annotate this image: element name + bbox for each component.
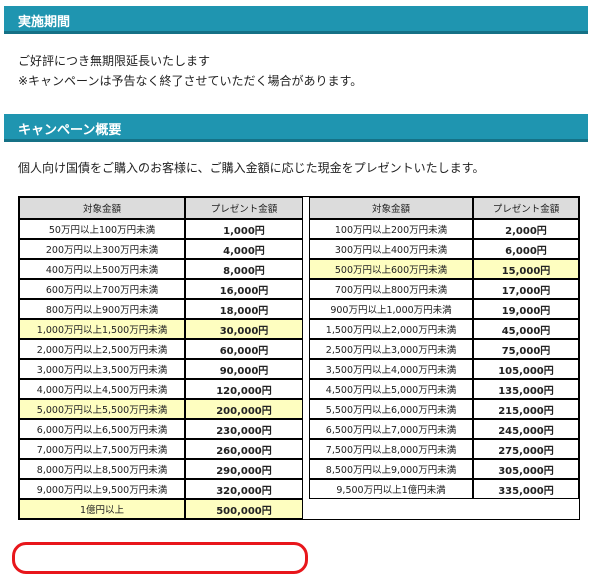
target-amount-cell: 5,000万円以上5,500万円未満 [19,399,185,419]
red-circle-annotation [12,542,308,574]
target-amount-cell: 100万円以上200万円未満 [309,219,473,239]
section-bar-period: 実施期間 [4,6,588,34]
target-amount-cell: 300万円以上400万円未満 [309,239,473,259]
target-amount-cell: 8,500万円以上9,000万円未満 [309,459,473,479]
target-amount-cell: 5,500万円以上6,000万円未満 [309,399,473,419]
present-amount-cell: 4,000円 [185,239,303,259]
overview-description: 個人向け国債をご購入のお客様に、ご購入金額に応じた現金をプレゼントいたします。 [18,161,485,175]
present-amount-cell: 275,000円 [473,439,579,459]
present-amount-cell: 2,000円 [473,219,579,239]
header-target-amount: 対象金額 [19,197,185,219]
section-heading-period: 実施期間 [18,15,71,30]
table-row: 1,000万円以上1,500万円未満 30,000円 1,500万円以上2,000万… [19,319,579,339]
campaign-table: 対象金額 プレゼント金額 対象金額 プレゼント金額 50万円以上100万円未満 1… [18,196,580,520]
target-amount-cell: 600万円以上700万円未満 [19,279,185,299]
target-amount-cell: 6,000万円以上6,500万円未満 [19,419,185,439]
table-row: 400万円以上500万円未満 8,000円 500万円以上600万円未満 15,000… [19,259,579,279]
present-amount-cell: 260,000円 [185,439,303,459]
target-amount-cell: 2,000万円以上2,500万円未満 [19,339,185,359]
table-row: 50万円以上100万円未満 1,000円 100万円以上200万円未満 2,000円 [19,219,579,239]
present-amount-cell: 18,000円 [185,299,303,319]
table-header-row: 対象金額 プレゼント金額 対象金額 プレゼント金額 [19,197,579,219]
present-amount-cell: 16,000円 [185,279,303,299]
table-row: 5,000万円以上5,500万円未満 200,000円 5,500万円以上6,000… [19,399,579,419]
present-amount-cell: 60,000円 [185,339,303,359]
target-amount-cell: 900万円以上1,000万円未満 [309,299,473,319]
target-amount-cell: 9,500万円以上1億円未満 [309,479,473,499]
target-amount-cell: 6,500万円以上7,000万円未満 [309,419,473,439]
target-amount-cell: 9,000万円以上9,500万円未満 [19,479,185,499]
period-line-1: ご好評につき無期限延長いたします [18,54,211,68]
present-amount-cell: 19,000円 [473,299,579,319]
period-line-2: ※キャンペーンは予告なく終了させていただく場合があります。 [18,74,363,88]
section-bar-overview: キャンペーン概要 [4,114,588,142]
section-heading-overview: キャンペーン概要 [18,123,122,138]
target-amount-cell: 50万円以上100万円未満 [19,219,185,239]
present-amount-cell: 90,000円 [185,359,303,379]
target-amount-cell: 400万円以上500万円未満 [19,259,185,279]
target-amount-cell: 4,000万円以上4,500万円未満 [19,379,185,399]
target-amount-cell: 4,500万円以上5,000万円未満 [309,379,473,399]
present-amount-cell: 245,000円 [473,419,579,439]
target-amount-cell: 700万円以上800万円未満 [309,279,473,299]
present-amount-cell: 30,000円 [185,319,303,339]
table-row: 800万円以上900万円未満 18,000円 900万円以上1,000万円未満 19,… [19,299,579,319]
present-amount-cell: 320,000円 [185,479,303,499]
table-row: 3,000万円以上3,500万円未満 90,000円 3,500万円以上4,000万… [19,359,579,379]
table-row: 8,000万円以上8,500万円未満 290,000円 8,500万円以上9,000… [19,459,579,479]
present-amount-cell: 15,000円 [473,259,579,279]
target-amount-cell: 7,000万円以上7,500万円未満 [19,439,185,459]
present-amount-cell: 1,000円 [185,219,303,239]
table-row: 4,000万円以上4,500万円未満 120,000円 4,500万円以上5,000… [19,379,579,399]
present-amount-cell: 45,000円 [473,319,579,339]
table-row: 7,000万円以上7,500万円未満 260,000円 7,500万円以上8,000… [19,439,579,459]
present-amount-cell: 105,000円 [473,359,579,379]
header-present-amount: プレゼント金額 [473,197,579,219]
target-amount-cell: 1億円以上 [19,499,185,519]
table-row: 6,000万円以上6,500万円未満 230,000円 6,500万円以上7,000… [19,419,579,439]
target-amount-cell: 2,500万円以上3,000万円未満 [309,339,473,359]
target-amount-cell: 8,000万円以上8,500万円未満 [19,459,185,479]
table-row: 9,000万円以上9,500万円未満 320,000円 9,500万円以上1億円未満… [19,479,579,499]
table-row: 1億円以上 500,000円 [19,499,579,519]
header-present-amount: プレゼント金額 [185,197,303,219]
empty-cell [473,499,579,519]
table-row: 200万円以上300万円未満 4,000円 300万円以上400万円未満 6,000円 [19,239,579,259]
present-amount-cell: 75,000円 [473,339,579,359]
target-amount-cell: 3,000万円以上3,500万円未満 [19,359,185,379]
header-target-amount: 対象金額 [309,197,473,219]
table-row: 600万円以上700万円未満 16,000円 700万円以上800万円未満 17,00… [19,279,579,299]
present-amount-cell: 120,000円 [185,379,303,399]
target-amount-cell: 200万円以上300万円未満 [19,239,185,259]
present-amount-cell: 200,000円 [185,399,303,419]
empty-cell [309,499,473,519]
target-amount-cell: 1,000万円以上1,500万円未満 [19,319,185,339]
target-amount-cell: 7,500万円以上8,000万円未満 [309,439,473,459]
present-amount-cell: 6,000円 [473,239,579,259]
present-amount-cell: 230,000円 [185,419,303,439]
target-amount-cell: 3,500万円以上4,000万円未満 [309,359,473,379]
target-amount-cell: 800万円以上900万円未満 [19,299,185,319]
target-amount-cell: 1,500万円以上2,000万円未満 [309,319,473,339]
present-amount-cell: 135,000円 [473,379,579,399]
present-amount-cell: 215,000円 [473,399,579,419]
present-amount-cell: 8,000円 [185,259,303,279]
present-amount-cell: 335,000円 [473,479,579,499]
table-row: 2,000万円以上2,500万円未満 60,000円 2,500万円以上3,000万… [19,339,579,359]
present-amount-cell: 305,000円 [473,459,579,479]
present-amount-cell: 17,000円 [473,279,579,299]
present-amount-cell: 290,000円 [185,459,303,479]
target-amount-cell: 500万円以上600万円未満 [309,259,473,279]
table-body: 50万円以上100万円未満 1,000円 100万円以上200万円未満 2,000円 2… [19,219,579,519]
present-amount-cell: 500,000円 [185,499,303,519]
